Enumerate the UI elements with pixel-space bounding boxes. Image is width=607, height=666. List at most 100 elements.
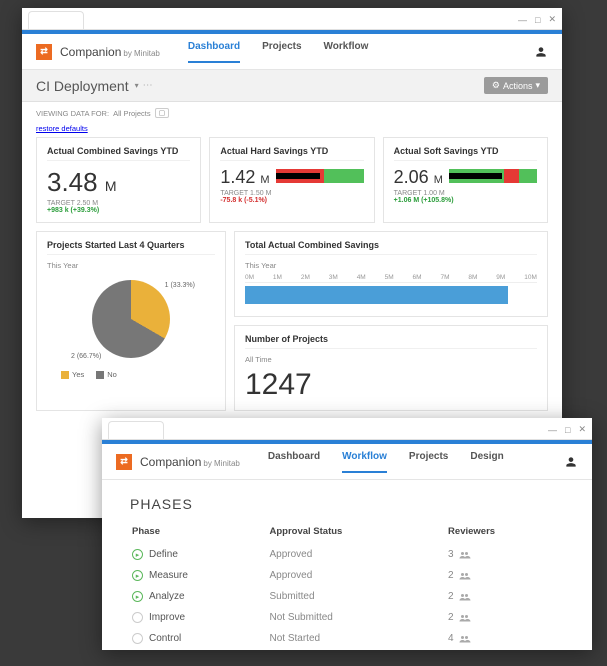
phase-name: Measure xyxy=(149,570,188,581)
tab-design[interactable]: Design xyxy=(470,451,503,472)
reviewer-count: 4 xyxy=(448,633,454,644)
minimize-icon[interactable]: — xyxy=(548,425,557,435)
user-icon[interactable] xyxy=(564,455,578,469)
pie-card: Projects Started Last 4 Quarters This Ye… xyxy=(36,231,226,411)
close-icon[interactable]: ✕ xyxy=(548,14,556,25)
approval-status: Not Submitted xyxy=(269,608,446,627)
projects-count: 1247 xyxy=(245,368,537,402)
phase-cell: Measure xyxy=(132,570,267,581)
brand-label: Companionby Minitab xyxy=(140,455,240,469)
reviewer-count: 2 xyxy=(448,612,454,623)
actions-button[interactable]: ⚙Actions▾ xyxy=(484,77,548,94)
reviewer-count: 2 xyxy=(448,570,454,581)
deployment-title[interactable]: CI Deployment xyxy=(36,78,129,94)
pie-chart: 1 (33.3%) 2 (66.7%) xyxy=(47,274,215,364)
table-row[interactable]: ImproveNot Submitted2 xyxy=(132,608,562,627)
table-row[interactable]: Measure Approved2 xyxy=(132,566,562,585)
app-header: ⇄ Companionby Minitab Dashboard Projects… xyxy=(22,34,562,70)
gauge-chart xyxy=(449,169,537,183)
kpi-value: 1.42 M xyxy=(220,167,269,188)
tab-projects[interactable]: Projects xyxy=(262,41,301,62)
reviewers-cell: 2 xyxy=(448,612,562,623)
kpi-target: TARGET 2.50 M xyxy=(47,200,190,207)
window-controls: — □ ✕ xyxy=(518,14,556,29)
people-icon xyxy=(459,613,471,623)
kpi-delta: -75.8 k (-5.1%) xyxy=(220,197,363,204)
phase-name: Control xyxy=(149,633,181,644)
kpi-delta: +1.06 M (+105.8%) xyxy=(394,197,537,204)
charts-row: Projects Started Last 4 Quarters This Ye… xyxy=(22,231,562,419)
reviewers-cell: 2 xyxy=(448,591,562,602)
phase-name: Define xyxy=(149,549,178,560)
tab-dashboard[interactable]: Dashboard xyxy=(188,41,240,62)
maximize-icon[interactable]: □ xyxy=(535,15,540,25)
phase-status-icon xyxy=(132,570,143,581)
hbar-bar xyxy=(245,286,508,304)
app-header: ⇄ Companionby Minitab Dashboard Workflow… xyxy=(102,444,592,480)
phase-cell: Define xyxy=(132,549,267,560)
workflow-window: — □ ✕ ⇄ Companionby Minitab Dashboard Wo… xyxy=(102,418,592,650)
phase-cell: Analyze xyxy=(132,591,267,602)
phase-status-icon xyxy=(132,591,143,602)
user-icon[interactable] xyxy=(534,45,548,59)
kpi-target: TARGET 1.00 M xyxy=(394,190,537,197)
chevron-down-icon[interactable]: ▾ xyxy=(135,81,139,90)
filter-prefix: VIEWING DATA FOR: xyxy=(36,109,109,118)
nav-tabs: Dashboard Workflow Projects Design xyxy=(268,451,504,472)
filter-bar: VIEWING DATA FOR: All Projects ▢ xyxy=(22,102,562,124)
col-reviewers: Reviewers xyxy=(448,526,562,543)
tab-workflow[interactable]: Workflow xyxy=(342,451,387,472)
restore-defaults-link[interactable]: restore defaults xyxy=(36,124,88,133)
legend-item: Yes xyxy=(61,370,84,379)
col-status: Approval Status xyxy=(269,526,446,543)
section-title: PHASES xyxy=(130,496,564,512)
tab-workflow[interactable]: Workflow xyxy=(324,41,369,62)
filter-value: All Projects xyxy=(113,109,151,118)
card-subtitle: All Time xyxy=(245,355,537,364)
table-row[interactable]: AnalyzeSubmitted2 xyxy=(132,587,562,606)
col-phase: Phase xyxy=(132,526,267,543)
phase-status-icon xyxy=(132,633,143,644)
people-icon xyxy=(459,634,471,644)
kpi-delta: +983 k (+39.3%) xyxy=(47,207,190,214)
titlebar: — □ ✕ xyxy=(22,8,562,30)
gauge-chart xyxy=(276,169,364,183)
filter-toggle-icon[interactable]: ▢ xyxy=(155,108,170,118)
reviewer-count: 3 xyxy=(448,549,454,560)
browser-tab[interactable] xyxy=(28,11,84,29)
kpi-value: 2.06 M xyxy=(394,167,443,188)
table-row[interactable]: DefineApproved3 xyxy=(132,545,562,564)
tab-projects[interactable]: Projects xyxy=(409,451,448,472)
reviewers-cell: 4 xyxy=(448,633,562,644)
window-controls: — □ ✕ xyxy=(548,424,586,439)
gear-icon: ⚙ xyxy=(492,80,500,91)
kpi-value: 3.48 M xyxy=(47,167,190,198)
hbar-axis: 0M1M2M3M4M5M6M7M8M9M10M xyxy=(245,274,537,283)
tab-dashboard[interactable]: Dashboard xyxy=(268,451,320,472)
minimize-icon[interactable]: — xyxy=(518,15,527,25)
pie-slice-label: 2 (66.7%) xyxy=(71,353,101,360)
chevron-down-icon: ▾ xyxy=(535,80,540,91)
kpi-target: TARGET 1.50 M xyxy=(220,190,363,197)
table-row[interactable]: ControlNot Started4 xyxy=(132,629,562,648)
phase-cell: Improve xyxy=(132,612,267,623)
subheader: CI Deployment ▾ ⋯ ⚙Actions▾ xyxy=(22,70,562,102)
people-icon xyxy=(459,592,471,602)
logo-icon: ⇄ xyxy=(36,44,52,60)
approval-status: Submitted xyxy=(269,587,446,606)
pie-legend: Yes No xyxy=(47,364,215,379)
reviewer-count: 2 xyxy=(448,591,454,602)
titlebar: — □ ✕ xyxy=(102,418,592,440)
close-icon[interactable]: ✕ xyxy=(578,424,586,435)
card-title: Actual Combined Savings YTD xyxy=(47,146,190,161)
maximize-icon[interactable]: □ xyxy=(565,425,570,435)
reviewers-cell: 2 xyxy=(448,570,562,581)
brand-label: Companionby Minitab xyxy=(60,45,160,59)
more-icon[interactable]: ⋯ xyxy=(143,80,153,91)
card-title: Actual Hard Savings YTD xyxy=(220,146,363,161)
card-subtitle: This Year xyxy=(245,261,537,270)
projects-card: Number of Projects All Time 1247 xyxy=(234,325,548,411)
approval-status: Approved xyxy=(269,566,446,585)
phase-status-icon xyxy=(132,612,143,623)
browser-tab[interactable] xyxy=(108,421,164,439)
